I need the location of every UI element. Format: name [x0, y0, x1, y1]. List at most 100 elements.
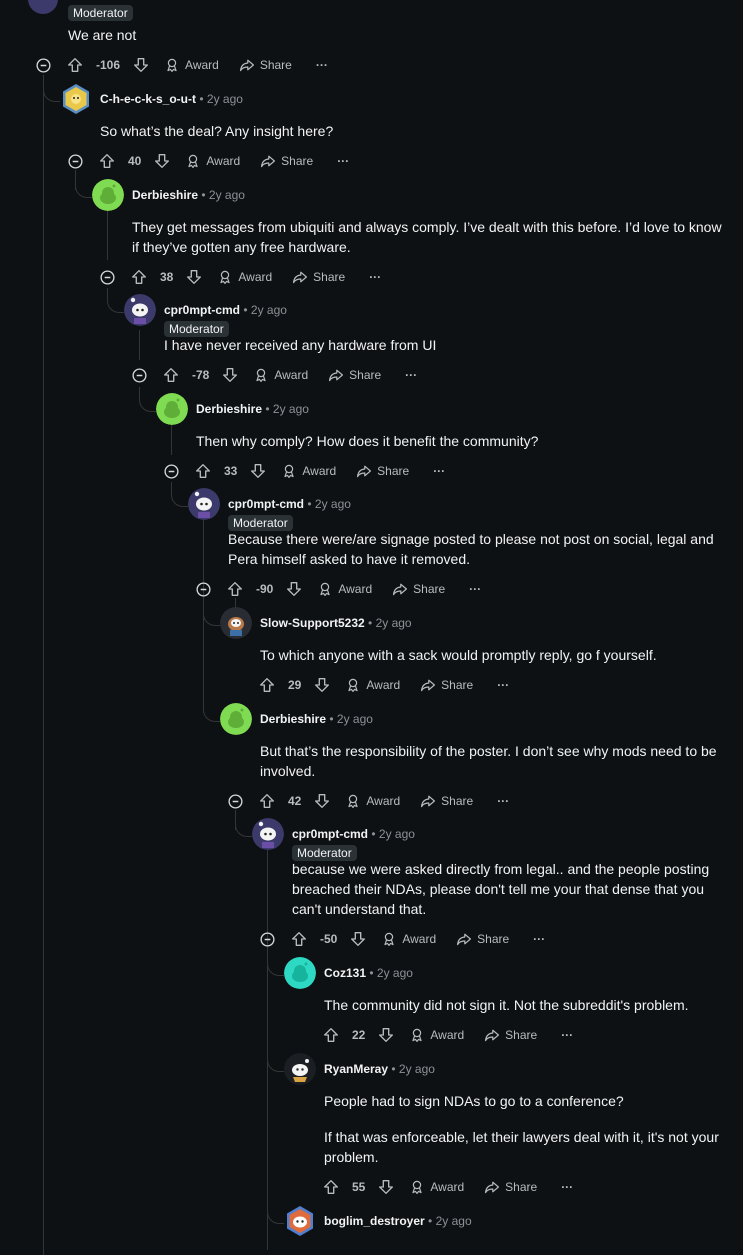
collapse-icon[interactable]	[164, 464, 179, 479]
share-button[interactable]: Share	[260, 153, 313, 169]
award-button[interactable]: Award	[281, 463, 336, 479]
more-options-button[interactable]: ···	[433, 464, 445, 478]
timestamp[interactable]: 2y ago	[207, 92, 243, 106]
more-options-button[interactable]: ···	[405, 368, 417, 382]
snoo-pirate-icon[interactable]	[124, 294, 156, 326]
upvote-icon[interactable]	[98, 152, 116, 170]
upvote-icon[interactable]	[66, 56, 84, 74]
author-link[interactable]: Slow-Support5232	[260, 616, 365, 630]
share-button[interactable]: Share	[292, 269, 345, 285]
downvote-icon[interactable]	[285, 580, 303, 598]
share-button[interactable]: Share	[392, 581, 445, 597]
collapse-icon[interactable]	[100, 270, 115, 285]
upvote-icon[interactable]	[322, 1178, 340, 1196]
collapse-icon[interactable]	[36, 58, 51, 73]
author-link[interactable]: boglim_destroyer	[324, 1214, 425, 1228]
meta-separator: •	[391, 1062, 396, 1076]
downvote-icon[interactable]	[221, 366, 239, 384]
award-label: Award	[366, 678, 401, 692]
share-button[interactable]: Share	[420, 793, 473, 809]
more-options-button[interactable]: ···	[497, 678, 509, 692]
author-link[interactable]: cpr0mpt-cmd	[164, 303, 240, 317]
award-button[interactable]: Award	[217, 269, 272, 285]
award-button[interactable]: Award	[345, 677, 400, 693]
downvote-icon[interactable]	[313, 792, 331, 810]
downvote-icon[interactable]	[185, 268, 203, 286]
award-button[interactable]: Award	[164, 57, 219, 73]
share-button[interactable]: Share	[239, 57, 292, 73]
upvote-icon[interactable]	[130, 268, 148, 286]
timestamp[interactable]: 2y ago	[376, 616, 412, 630]
author-link[interactable]: cpr0mpt-cmd	[228, 497, 304, 511]
more-options-button[interactable]: ···	[469, 582, 481, 596]
upvote-icon[interactable]	[162, 366, 180, 384]
share-button[interactable]: Share	[420, 677, 473, 693]
more-options-button[interactable]: ···	[337, 154, 349, 168]
green-snoo-icon[interactable]	[92, 179, 124, 211]
upvote-icon[interactable]	[258, 792, 276, 810]
downvote-icon[interactable]	[132, 56, 150, 74]
timestamp[interactable]: 2y ago	[379, 827, 415, 841]
downvote-icon[interactable]	[377, 1026, 395, 1044]
author-link[interactable]: Coz131	[324, 966, 366, 980]
award-button[interactable]: Award	[253, 367, 308, 383]
award-label: Award	[338, 582, 373, 596]
author-link[interactable]: Derbieshire	[132, 188, 198, 202]
upvote-icon[interactable]	[226, 580, 244, 598]
timestamp[interactable]: 2y ago	[377, 966, 413, 980]
author-link[interactable]: cpr0mpt-cmd	[292, 827, 368, 841]
author-link[interactable]: Derbieshire	[196, 402, 262, 416]
more-options-button[interactable]: ···	[533, 932, 545, 946]
timestamp[interactable]: 2y ago	[251, 303, 287, 317]
upvote-icon[interactable]	[290, 930, 308, 948]
timestamp[interactable]: 2y ago	[399, 1062, 435, 1076]
collapse-icon[interactable]	[132, 368, 147, 383]
collapse-icon[interactable]	[68, 154, 83, 169]
collapse-icon[interactable]	[260, 932, 275, 947]
downvote-icon[interactable]	[249, 462, 267, 480]
teal-snoo-icon[interactable]	[284, 957, 316, 989]
green-snoo-icon[interactable]	[156, 393, 188, 425]
snoo-sailor-icon[interactable]	[284, 1053, 316, 1085]
award-button[interactable]: Award	[345, 793, 400, 809]
share-button[interactable]: Share	[484, 1027, 537, 1043]
timestamp[interactable]: 2y ago	[337, 712, 373, 726]
share-button[interactable]: Share	[484, 1179, 537, 1195]
award-button[interactable]: Award	[185, 153, 240, 169]
share-button[interactable]: Share	[456, 931, 509, 947]
more-options-button[interactable]: ···	[561, 1180, 573, 1194]
green-snoo-icon[interactable]	[220, 703, 252, 735]
collapse-icon[interactable]	[228, 794, 243, 809]
collapse-icon[interactable]	[196, 582, 211, 597]
hex-gold-icon[interactable]	[60, 83, 92, 115]
more-options-button[interactable]: ···	[497, 794, 509, 808]
upvote-icon[interactable]	[194, 462, 212, 480]
share-button[interactable]: Share	[328, 367, 381, 383]
more-options-button[interactable]: ···	[316, 58, 328, 72]
more-options-button[interactable]: ···	[369, 270, 381, 284]
downvote-icon[interactable]	[153, 152, 171, 170]
share-button[interactable]: Share	[356, 463, 409, 479]
upvote-icon[interactable]	[322, 1026, 340, 1044]
more-options-button[interactable]: ···	[561, 1028, 573, 1042]
snoo-brown-icon[interactable]	[220, 607, 252, 639]
share-icon	[356, 463, 372, 479]
timestamp[interactable]: 2y ago	[315, 497, 351, 511]
downvote-icon[interactable]	[377, 1178, 395, 1196]
award-button[interactable]: Award	[317, 581, 372, 597]
author-link[interactable]: Derbieshire	[260, 712, 326, 726]
timestamp[interactable]: 2y ago	[209, 188, 245, 202]
author-link[interactable]: C-h-e-c-k-s_o-u-t	[100, 92, 196, 106]
upvote-icon[interactable]	[258, 676, 276, 694]
award-button[interactable]: Award	[381, 931, 436, 947]
timestamp[interactable]: 2y ago	[273, 402, 309, 416]
author-link[interactable]: RyanMeray	[324, 1062, 388, 1076]
award-button[interactable]: Award	[409, 1027, 464, 1043]
downvote-icon[interactable]	[313, 676, 331, 694]
award-button[interactable]: Award	[409, 1179, 464, 1195]
timestamp[interactable]: 2y ago	[436, 1214, 472, 1228]
downvote-icon[interactable]	[349, 930, 367, 948]
hex-snoo-icon[interactable]	[284, 1205, 316, 1237]
snoo-pirate-icon[interactable]	[252, 818, 284, 850]
snoo-pirate-icon[interactable]	[188, 488, 220, 520]
